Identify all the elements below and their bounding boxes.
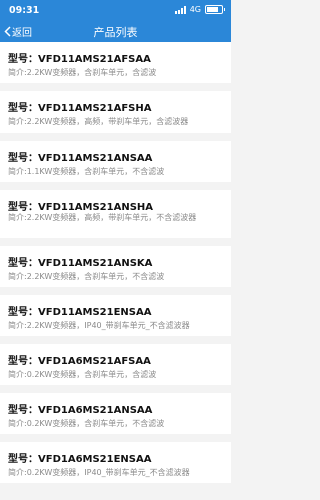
product-model: 型号：VFD11AMS21ANSHA: [8, 202, 154, 213]
product-item[interactable]: 型号：VFD1A6MS21ANSAA 简介:0.2KW变频器，含刹车单元，不含滤…: [0, 393, 231, 434]
product-model: 型号：VFD1A6MS21ENSAA: [8, 454, 152, 465]
product-item[interactable]: 型号：VFD11AMS21ANSKA 简介:2.2KW变频器，含刹车单元，不含滤…: [0, 246, 231, 287]
nav-bar: 返回 产品列表: [0, 20, 231, 42]
product-desc: 简介:2.2KW变频器，含刹车单元，不含滤波: [8, 272, 165, 281]
product-model: 型号：VFD11AMS21AFSAA: [8, 54, 151, 65]
product-item[interactable]: 型号：VFD1A6MS21ENSAA 简介:0.2KW变频器，IP40_带刹车单…: [0, 442, 231, 483]
product-item[interactable]: 型号：VFD11AMS21ANSHA 简介:2.2KW变频器，高频，带刹车单元，…: [0, 190, 231, 238]
product-desc: 简介:2.2KW变频器，IP40_带刹车单元_不含滤波器: [8, 321, 190, 330]
product-item[interactable]: 型号：VFD11AMS21AFSHA 简介:2.2KW变频器，高频，带刹车单元，…: [0, 91, 231, 133]
product-model: 型号：VFD11AMS21ENSAA: [8, 307, 152, 318]
product-model: 型号：VFD11AMS21AFSHA: [8, 103, 152, 114]
status-time: 09:31: [9, 5, 40, 16]
signal-icon: [174, 5, 186, 14]
product-desc: 简介:2.2KW变频器，含刹车单元，含滤波: [8, 68, 157, 77]
top-bar: 09:31 4G 返回 产品列表: [0, 0, 231, 42]
product-desc: 简介:0.2KW变频器，IP40_带刹车单元_不含滤波器: [8, 468, 190, 477]
product-desc: 简介:2.2KW变频器，高频，带刹车单元，不含滤波器: [8, 213, 197, 222]
status-icons: 4G: [174, 5, 225, 14]
product-item[interactable]: 型号：VFD11AMS21ANSAA 简介:1.1KW变频器，含刹车单元，不含滤…: [0, 141, 231, 182]
product-model: 型号：VFD11AMS21ANSAA: [8, 153, 153, 164]
product-model: 型号：VFD1A6MS21ANSAA: [8, 405, 153, 416]
status-bar: 09:31 4G: [0, 0, 231, 20]
product-model: 型号：VFD11AMS21ANSKA: [8, 258, 153, 269]
product-desc: 简介:1.1KW变频器，含刹车单元，不含滤波: [8, 167, 165, 176]
page-title: 产品列表: [93, 26, 138, 39]
product-item[interactable]: 型号：VFD11AMS21ENSAA 简介:2.2KW变频器，IP40_带刹车单…: [0, 295, 231, 336]
product-model: 型号：VFD1A6MS21AFSAA: [8, 356, 151, 367]
network-label: 4G: [189, 5, 201, 14]
product-desc: 简介:0.2KW变频器，含刹车单元，含滤波: [8, 370, 157, 379]
product-item[interactable]: 型号：VFD1A6MS21AFSAA 简介:0.2KW变频器，含刹车单元，含滤波: [0, 344, 231, 385]
product-desc: 简介:0.2KW变频器，含刹车单元，不含滤波: [8, 419, 165, 428]
battery-icon: [205, 5, 225, 14]
product-item[interactable]: 型号：VFD11AMS21AFSAA 简介:2.2KW变频器，含刹车单元，含滤波: [0, 42, 231, 83]
product-list: 型号：VFD11AMS21AFSAA 简介:2.2KW变频器，含刹车单元，含滤波…: [0, 42, 231, 491]
product-desc: 简介:2.2KW变频器，高频，带刹车单元，含滤波器: [8, 117, 189, 126]
